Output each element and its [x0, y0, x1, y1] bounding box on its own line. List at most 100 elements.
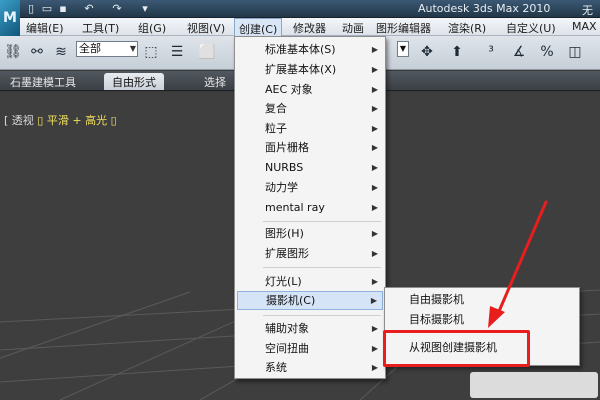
- title-bar: ▯ ▭ ▪ ↶ ↷ ▾ Autodesk 3ds Max 2010 无: [0, 0, 600, 18]
- create-menu-dropdown: 标准基本体(S) ▶ 扩展基本体(X) ▶ AEC 对象 ▶ 复合 ▶ 粒子 ▶ 面片栅格…: [234, 36, 386, 379]
- submenu-arrow-icon: ▶: [371, 65, 378, 74]
- create-menu-systems[interactable]: 系统 ▶: [237, 358, 383, 377]
- window-title-suffix: 无: [582, 4, 593, 17]
- submenu-target-camera[interactable]: 目标摄影机: [387, 310, 577, 330]
- redo-icon[interactable]: ↷: [110, 2, 124, 16]
- submenu-arrow-icon: ▶: [371, 277, 378, 286]
- create-menu-dynamics[interactable]: 动力学 ▶: [237, 178, 383, 197]
- reference-coordinate-dropdown[interactable]: ▼: [397, 41, 409, 57]
- create-menu-extended-shapes[interactable]: 扩展图形 ▶: [237, 244, 383, 263]
- submenu-arrow-icon: ▶: [371, 104, 378, 113]
- rectangular-selection-icon[interactable]: ⬜: [196, 41, 218, 63]
- select-and-manipulate-icon[interactable]: ✥: [416, 41, 438, 63]
- save-file-icon[interactable]: ▪: [56, 2, 70, 16]
- menu-item-label: 灯光(L): [265, 275, 302, 288]
- menu-maxscript[interactable]: MAX: [572, 20, 597, 33]
- menu-separator: [263, 221, 381, 222]
- menu-group[interactable]: 组(G): [138, 20, 166, 36]
- menu-modifiers[interactable]: 修改器: [293, 20, 326, 36]
- menu-item-label: mental ray: [265, 201, 325, 214]
- menu-create[interactable]: 创建(C): [234, 18, 283, 36]
- menu-item-label: 图形(H): [265, 227, 304, 240]
- qat-dropdown-icon[interactable]: ▾: [138, 2, 152, 16]
- menu-item-label: 动力学: [265, 181, 298, 194]
- viewport-bracket-a: ▯: [37, 114, 44, 127]
- menu-views[interactable]: 视图(V): [187, 20, 225, 36]
- menu-item-label: 扩展基本体(X): [265, 63, 337, 76]
- menu-item-label: 空间扭曲: [265, 342, 309, 355]
- create-menu-compound[interactable]: 复合 ▶: [237, 99, 383, 118]
- open-file-icon[interactable]: ▭: [40, 2, 54, 16]
- menu-separator: [263, 267, 381, 268]
- app-logo-icon[interactable]: M: [0, 0, 20, 36]
- submenu-arrow-icon: ▶: [371, 163, 378, 172]
- unlink-icon[interactable]: ⚯: [26, 41, 48, 63]
- tab-freeform[interactable]: 自由形式: [104, 73, 164, 90]
- angle-snap-icon[interactable]: ∡: [508, 41, 530, 63]
- chevron-down-icon: ▼: [129, 44, 136, 53]
- menu-animation[interactable]: 动画: [342, 20, 364, 36]
- menu-item-label: 粒子: [265, 122, 287, 135]
- keyboard-shortcut-override-icon[interactable]: ⬆: [446, 41, 468, 63]
- create-menu-cameras[interactable]: 摄影机(C) ▶: [237, 291, 383, 310]
- menu-customize[interactable]: 自定义(U): [506, 20, 556, 36]
- menu-item-label: 系统: [265, 361, 287, 374]
- menu-rendering[interactable]: 渲染(R): [448, 20, 486, 36]
- submenu-arrow-icon: ▶: [371, 324, 378, 333]
- create-menu-mental-ray[interactable]: mental ray ▶: [237, 198, 383, 217]
- menu-item-label: NURBS: [265, 161, 304, 174]
- viewport-bracket-b: ▯: [110, 114, 117, 127]
- menu-edit[interactable]: 编辑(E): [26, 20, 64, 36]
- menu-item-label: 标准基本体(S): [265, 43, 336, 56]
- window-title: Autodesk 3ds Max 2010: [418, 2, 551, 15]
- submenu-free-camera[interactable]: 自由摄影机: [387, 290, 577, 310]
- link-icon[interactable]: ⛓: [2, 41, 24, 63]
- submenu-arrow-icon: ▶: [371, 143, 378, 152]
- submenu-arrow-icon: ▶: [371, 183, 378, 192]
- create-menu-patch-grids[interactable]: 面片栅格 ▶: [237, 138, 383, 157]
- tab-graphite-modeling[interactable]: 石墨建模工具: [2, 73, 84, 90]
- menu-item-label: 辅助对象: [265, 322, 309, 335]
- viewport-label-open: [: [4, 114, 9, 127]
- spinner-snap-icon[interactable]: ◫: [564, 41, 586, 63]
- menu-tools[interactable]: 工具(T): [82, 20, 119, 36]
- bind-space-warp-icon[interactable]: ≋: [50, 41, 72, 63]
- snaps-toggle-icon[interactable]: ³: [480, 41, 502, 63]
- create-menu-nurbs[interactable]: NURBS ▶: [237, 158, 383, 177]
- menu-item-label: 摄影机(C): [266, 294, 316, 307]
- create-menu-shapes[interactable]: 图形(H) ▶: [237, 224, 383, 243]
- viewport-view-name[interactable]: 透视: [12, 114, 34, 127]
- menu-bar: 编辑(E) 工具(T) 组(G) 视图(V) 创建(C) 修改器 动画 图形编辑…: [20, 18, 600, 36]
- viewport-shading-mode[interactable]: 平滑 + 高光: [47, 114, 107, 127]
- create-menu-space-warps[interactable]: 空间扭曲 ▶: [237, 339, 383, 358]
- selection-filter-value: 全部: [79, 42, 101, 55]
- create-menu-standard-primitives[interactable]: 标准基本体(S) ▶: [237, 40, 383, 59]
- create-menu-lights[interactable]: 灯光(L) ▶: [237, 272, 383, 291]
- submenu-arrow-icon: ▶: [371, 344, 378, 353]
- chevron-down-icon: ▼: [399, 44, 407, 53]
- create-menu-extended-primitives[interactable]: 扩展基本体(X) ▶: [237, 60, 383, 79]
- create-menu-aec-objects[interactable]: AEC 对象 ▶: [237, 80, 383, 99]
- menu-item-label: AEC 对象: [265, 83, 313, 96]
- create-menu-helpers[interactable]: 辅助对象 ▶: [237, 319, 383, 338]
- annotation-highlight-box: [383, 330, 530, 367]
- menu-item-label: 面片栅格: [265, 141, 309, 154]
- undo-icon[interactable]: ↶: [82, 2, 96, 16]
- percent-snap-icon[interactable]: %: [536, 41, 558, 63]
- new-file-icon[interactable]: ▯: [24, 2, 38, 16]
- submenu-arrow-icon: ▶: [371, 203, 378, 212]
- menu-separator: [263, 315, 381, 316]
- menu-item-label: 扩展图形: [265, 247, 309, 260]
- select-object-icon[interactable]: ⬚: [140, 41, 162, 63]
- menu-graph-editors[interactable]: 图形编辑器: [376, 20, 431, 36]
- submenu-arrow-icon: ▶: [371, 363, 378, 372]
- create-menu-particles[interactable]: 粒子 ▶: [237, 119, 383, 138]
- tab-selection[interactable]: 选择: [196, 73, 234, 90]
- select-by-name-icon[interactable]: ☰: [166, 41, 188, 63]
- submenu-arrow-icon: ▶: [371, 124, 378, 133]
- menu-item-label: 复合: [265, 102, 287, 115]
- submenu-arrow-icon: ▶: [371, 85, 378, 94]
- viewport-label[interactable]: [ 透视 ▯ 平滑 + 高光 ▯: [4, 112, 117, 128]
- submenu-arrow-icon: ▶: [371, 45, 378, 54]
- selection-filter-dropdown[interactable]: 全部 ▼: [76, 41, 138, 57]
